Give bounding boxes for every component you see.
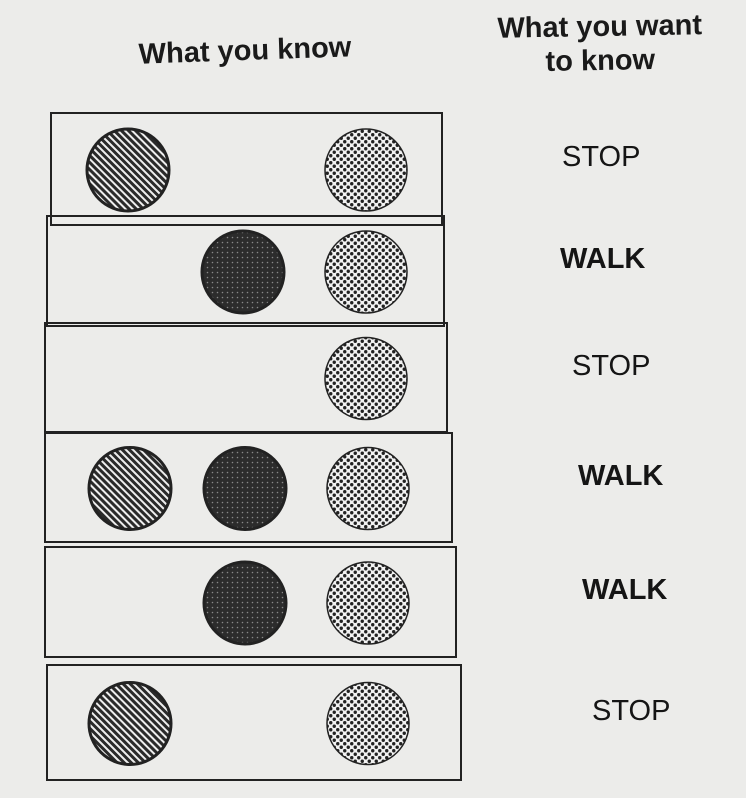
answer-label: STOP bbox=[592, 694, 671, 727]
dark-light bbox=[202, 560, 288, 646]
answer-label: WALK bbox=[582, 574, 668, 606]
dotted-light bbox=[324, 336, 408, 421]
dotted-light bbox=[326, 446, 410, 531]
answer-label: WALK bbox=[578, 459, 664, 492]
answer-label: STOP bbox=[572, 349, 651, 382]
answer-label: STOP bbox=[562, 141, 641, 173]
hatched-light bbox=[85, 127, 171, 213]
lights-layer bbox=[85, 127, 410, 766]
hatched-light bbox=[87, 446, 173, 531]
dotted-light bbox=[326, 681, 410, 766]
dotted-light bbox=[324, 230, 408, 314]
dotted-light bbox=[326, 561, 410, 645]
answer-label: WALK bbox=[560, 243, 646, 275]
dotted-light bbox=[324, 128, 408, 212]
hatched-light bbox=[87, 681, 173, 766]
dark-light bbox=[202, 446, 288, 531]
dark-light bbox=[200, 229, 286, 315]
